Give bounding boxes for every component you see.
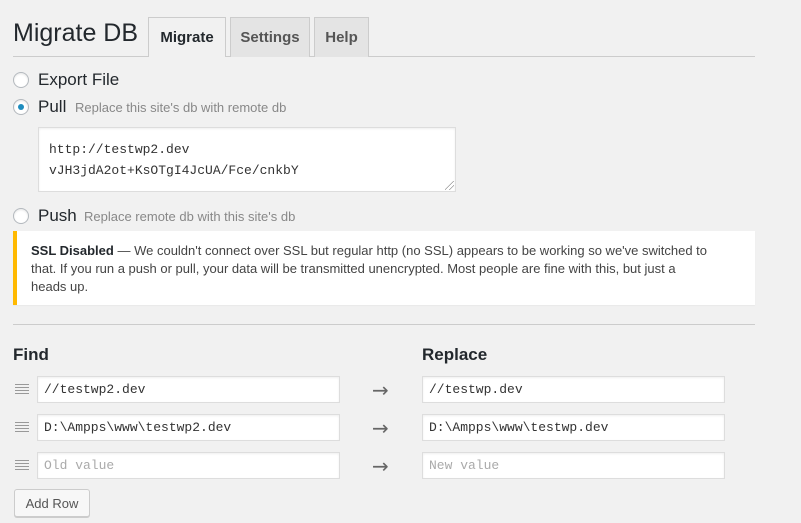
notice-text-2: that. If you run a push or pull, your da…: [31, 261, 676, 276]
drag-handle-icon[interactable]: [15, 384, 29, 395]
find-input[interactable]: [37, 376, 340, 403]
notice-text-1: — We couldn't connect over SSL but regul…: [117, 243, 708, 258]
tab-migrate[interactable]: Migrate: [148, 17, 226, 57]
resize-grip-icon[interactable]: [445, 181, 454, 190]
replace-input[interactable]: [422, 414, 725, 441]
replace-heading: Replace: [422, 345, 488, 364]
tabs-divider: [13, 56, 755, 57]
drag-handle-icon[interactable]: [15, 422, 29, 433]
push-label[interactable]: Push: [38, 206, 77, 226]
tab-help[interactable]: Help: [314, 17, 369, 57]
add-row-button[interactable]: Add Row: [14, 489, 90, 517]
pull-radio[interactable]: [13, 99, 29, 115]
arrow-right-icon: →: [372, 416, 389, 440]
pull-label[interactable]: Pull: [38, 97, 66, 117]
push-description: Replace remote db with this site's db: [84, 209, 296, 224]
arrow-right-icon: →: [372, 454, 389, 478]
notice-title: SSL Disabled: [31, 243, 114, 258]
drag-handle-icon[interactable]: [15, 460, 29, 471]
arrow-right-icon: →: [372, 378, 389, 402]
replace-input[interactable]: [422, 452, 725, 479]
connection-url: http://testwp2.dev: [49, 142, 190, 157]
connection-info-textarea[interactable]: http://testwp2.dev vJH3jdA2ot+KsOTgI4JcU…: [38, 127, 456, 192]
notice-text-3: heads up.: [31, 279, 89, 294]
export-radio[interactable]: [13, 72, 29, 88]
push-radio[interactable]: [13, 208, 29, 224]
replace-input[interactable]: [422, 376, 725, 403]
ssl-notice: SSL Disabled — We couldn't connect over …: [13, 231, 755, 305]
find-input[interactable]: [37, 414, 340, 441]
page-title: Migrate DB: [13, 19, 139, 47]
find-input[interactable]: [37, 452, 340, 479]
tab-settings[interactable]: Settings: [230, 17, 310, 57]
export-label[interactable]: Export File: [38, 70, 119, 90]
section-divider: [13, 324, 755, 325]
notice-line-1: SSL Disabled — We couldn't connect over …: [31, 242, 741, 260]
pull-description: Replace this site's db with remote db: [75, 100, 287, 115]
connection-key: vJH3jdA2ot+KsOTgI4JcUA/Fce/cnkbY: [49, 163, 299, 178]
find-heading: Find: [13, 345, 49, 364]
